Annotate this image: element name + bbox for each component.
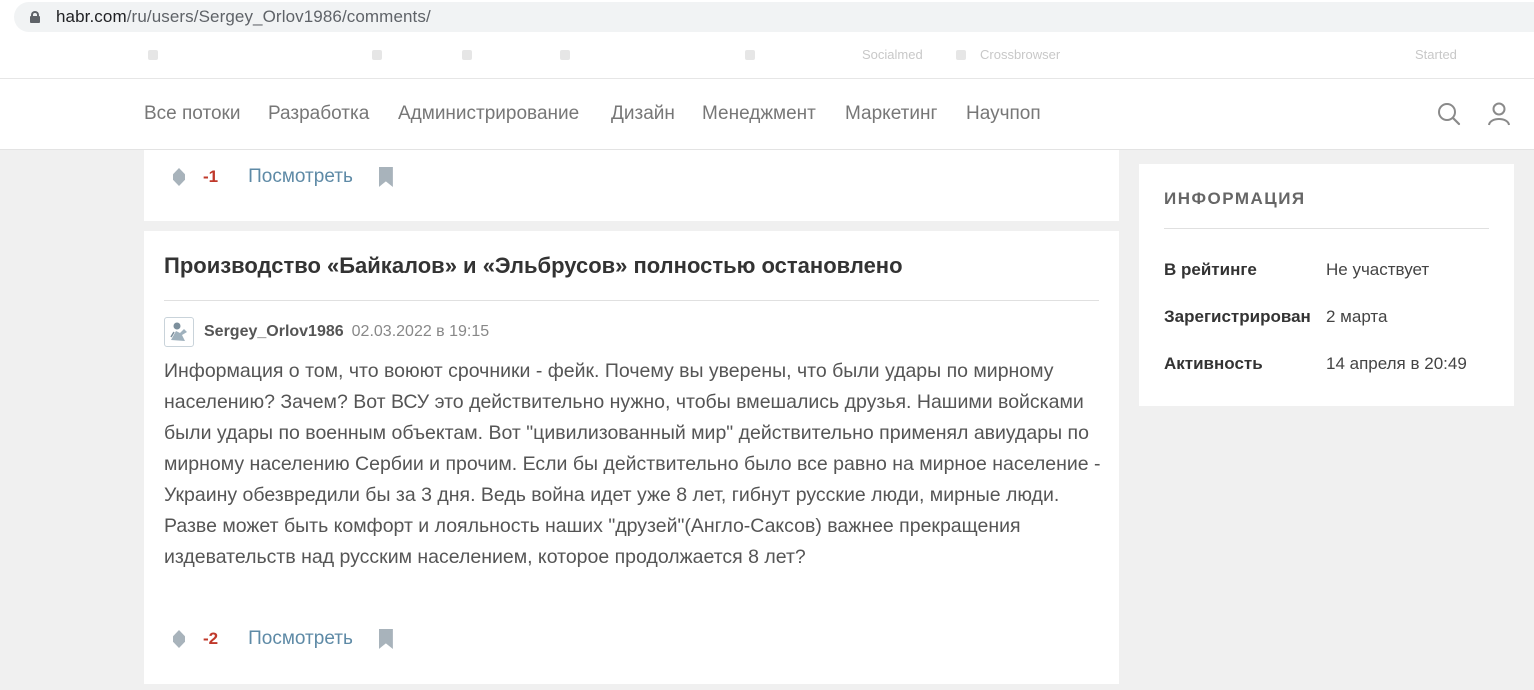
- bookmark-favicon: [956, 50, 966, 60]
- comment-card-previous: -1 Посмотреть: [144, 150, 1119, 221]
- bookmark-favicon: [462, 50, 472, 60]
- comment-card: Производство «Байкалов» и «Эльбрусов» по…: [144, 231, 1119, 684]
- lock-icon[interactable]: [30, 11, 40, 23]
- vote-icon[interactable]: [173, 168, 185, 186]
- bookmark-item[interactable]: Started: [1415, 47, 1457, 62]
- comment-date: 02.03.2022 в 19:15: [351, 323, 490, 340]
- comment-body: Информация о том, что воюют срочники - ф…: [164, 360, 1101, 568]
- bookmark-favicon: [745, 50, 755, 60]
- search-icon[interactable]: [1436, 101, 1462, 127]
- divider: [1164, 228, 1489, 229]
- site-nav: Все потоки Разработка Администрирование …: [0, 78, 1534, 150]
- avatar[interactable]: [164, 317, 194, 347]
- info-label-registered: Зарегистрирован: [1164, 307, 1311, 326]
- browser-address-bar: habr.com/ru/users/Sergey_Orlov1986/comme…: [0, 0, 1534, 33]
- nav-all-streams[interactable]: Все потоки: [144, 103, 240, 125]
- user-icon[interactable]: [1486, 101, 1512, 127]
- vote-icon[interactable]: [173, 630, 185, 648]
- url-text[interactable]: habr.com/ru/users/Sergey_Orlov1986/comme…: [56, 7, 431, 27]
- info-value-activity: 14 апреля в 20:49: [1326, 354, 1467, 373]
- nav-design[interactable]: Дизайн: [611, 103, 675, 125]
- view-link[interactable]: Посмотреть: [248, 166, 353, 188]
- author-username[interactable]: Sergey_Orlov1986: [204, 323, 344, 341]
- nav-popsci[interactable]: Научпоп: [966, 103, 1041, 125]
- comment-meta: Sergey_Orlov1986 02.03.2022 в 19:15: [164, 317, 489, 347]
- info-value-registered: 2 марта: [1326, 307, 1388, 326]
- comment-score: -1: [203, 167, 219, 186]
- divider: [164, 300, 1099, 301]
- bookmark-favicon: [148, 50, 158, 60]
- nav-development[interactable]: Разработка: [268, 103, 369, 125]
- post-title-link[interactable]: Производство «Байкалов» и «Эльбрусов» по…: [164, 253, 903, 279]
- bookmark-item[interactable]: Crossbrowser: [980, 47, 1060, 62]
- bookmark-icon[interactable]: [378, 167, 393, 187]
- avatar-icon: [170, 322, 187, 341]
- nav-management[interactable]: Менеджмент: [702, 103, 816, 125]
- bookmark-item[interactable]: Socialmed: [862, 47, 923, 62]
- bookmark-favicon: [560, 50, 570, 60]
- comment-actions: -1 Посмотреть: [173, 166, 393, 188]
- info-label-rating: В рейтинге: [1164, 260, 1257, 279]
- bookmarks-bar: Socialmed Crossbrowser Started: [0, 33, 1534, 78]
- comment-score: -2: [203, 629, 219, 648]
- nav-administration[interactable]: Администрирование: [398, 103, 579, 125]
- bookmark-favicon: [372, 50, 382, 60]
- info-panel: ИНФОРМАЦИЯ В рейтинге Не участвует Зарег…: [1139, 164, 1514, 406]
- info-value-rating: Не участвует: [1326, 260, 1430, 279]
- info-label-activity: Активность: [1164, 354, 1263, 373]
- info-title: ИНФОРМАЦИЯ: [1164, 189, 1306, 208]
- url-field[interactable]: habr.com/ru/users/Sergey_Orlov1986/comme…: [14, 2, 1534, 32]
- view-link[interactable]: Посмотреть: [248, 628, 353, 650]
- bookmark-icon[interactable]: [378, 629, 393, 649]
- comment-actions: -2 Посмотреть: [173, 628, 393, 650]
- nav-marketing[interactable]: Маркетинг: [845, 103, 937, 125]
